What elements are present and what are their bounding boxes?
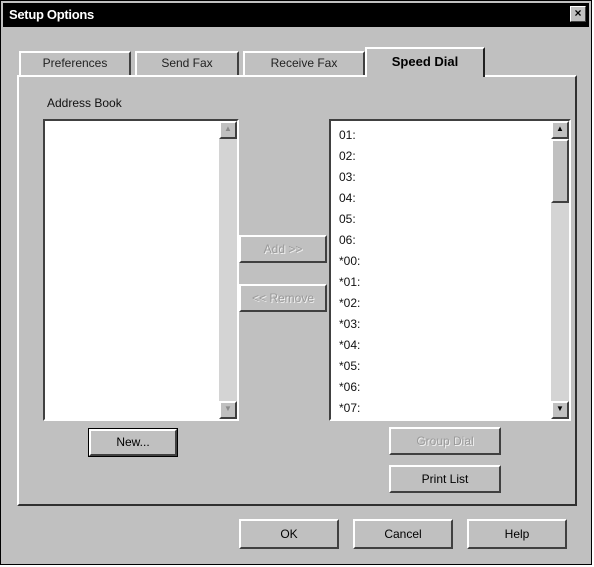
speed-dial-entries: 01: 02: 03: 04: 05: 06: *00: *01: *02: *03: *04: *0… [339,125,360,419]
tab-speed-dial-label: Speed Dial [391,54,459,69]
tab-preferences[interactable]: Preferences [19,51,131,75]
ok-button-label: OK [280,527,298,541]
group-dial-label: Group Dial [416,434,474,448]
ok-button[interactable]: OK [239,519,339,549]
close-button[interactable]: × [570,6,586,22]
print-list-label: Print List [421,472,469,486]
speed-dial-entry[interactable]: 03: [339,167,360,188]
speed-dial-entry[interactable]: 02: [339,146,360,167]
window-title: Setup Options [9,7,94,22]
speed-dial-entry[interactable]: *00: [339,251,360,272]
address-book-scrollbar[interactable]: ▲ ▼ [219,121,237,419]
speed-dial-entry[interactable]: *02: [339,293,360,314]
scroll-down-button[interactable]: ▼ [551,401,569,419]
title-bar: Setup Options × [3,3,589,27]
group-dial-button[interactable]: Group Dial [389,427,501,455]
close-icon: × [574,6,582,20]
new-button[interactable]: New... [88,428,178,457]
speed-dial-scrollbar[interactable]: ▲ ▼ [551,121,569,419]
speed-dial-entry[interactable]: 06: [339,230,360,251]
remove-button-label: << Remove [251,291,315,305]
tab-send-fax[interactable]: Send Fax [135,51,239,75]
tab-preferences-label: Preferences [42,56,108,70]
scroll-up-icon: ▲ [556,124,564,133]
cancel-button-label: Cancel [384,527,422,541]
address-book-label: Address Book [47,96,122,110]
help-button-label: Help [504,527,530,541]
add-button[interactable]: Add >> [239,235,327,263]
scroll-thumb[interactable] [551,139,569,203]
scroll-down-button[interactable]: ▼ [219,401,237,419]
speed-dial-entry[interactable]: *05: [339,356,360,377]
scroll-down-icon: ▼ [556,404,564,413]
speed-dial-entry[interactable]: 01: [339,125,360,146]
print-list-button[interactable]: Print List [389,465,501,493]
tab-speed-dial[interactable]: Speed Dial [365,47,485,77]
cancel-button[interactable]: Cancel [353,519,453,549]
help-button[interactable]: Help [467,519,567,549]
tab-send-fax-label: Send Fax [161,56,213,70]
scroll-down-icon: ▼ [224,404,232,413]
setup-options-dialog: Setup Options × Preferences Send Fax Rec… [0,0,592,565]
remove-button[interactable]: << Remove [239,284,327,312]
speed-dial-list[interactable]: 01: 02: 03: 04: 05: 06: *00: *01: *02: *03: *04: *0… [329,119,571,421]
speed-dial-entry[interactable]: *07: [339,398,360,419]
speed-dial-entry[interactable]: *01: [339,272,360,293]
scroll-up-button[interactable]: ▲ [551,121,569,139]
scroll-up-button[interactable]: ▲ [219,121,237,139]
speed-dial-entry[interactable]: 04: [339,188,360,209]
tab-receive-fax-label: Receive Fax [270,56,338,70]
speed-dial-entry[interactable]: *06: [339,377,360,398]
speed-dial-entry[interactable]: *03: [339,314,360,335]
tab-receive-fax[interactable]: Receive Fax [243,51,365,75]
add-button-label: Add >> [263,242,303,256]
speed-dial-entry[interactable]: *04: [339,335,360,356]
scroll-up-icon: ▲ [224,124,232,133]
speed-dial-entry[interactable]: 05: [339,209,360,230]
new-button-label: New... [116,435,150,449]
address-book-list[interactable]: ▲ ▼ [43,119,239,421]
